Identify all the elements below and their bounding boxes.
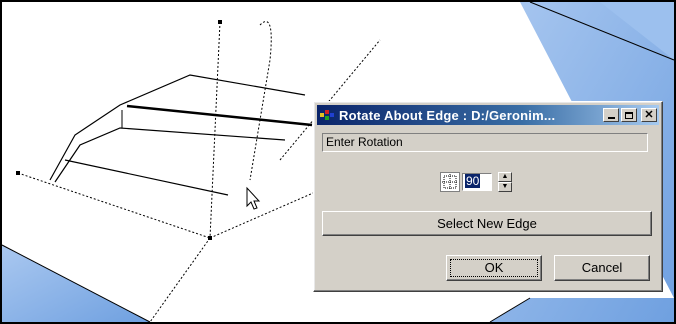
maximize-icon <box>625 111 633 119</box>
vertical-axis-line <box>209 21 221 239</box>
prompt-label: Enter Rotation <box>322 133 648 152</box>
wireframe-edge-lower <box>64 159 229 196</box>
axis-endpoint-left <box>16 171 20 175</box>
rotate-about-edge-dialog: Rotate About Edge : D:/Geronim... ✕ Ente… <box>313 101 663 292</box>
select-new-edge-button[interactable]: Select New Edge <box>322 211 652 236</box>
selected-edge <box>126 104 313 127</box>
app-icon <box>320 110 334 120</box>
spin-up-icon: ▲ <box>501 173 509 180</box>
rotation-axis-line <box>17 172 211 239</box>
pivot-icon[interactable] <box>440 172 460 192</box>
spin-down-icon: ▼ <box>501 183 509 190</box>
rotation-controls: 90 ▲ ▼ <box>440 172 512 192</box>
application-window: Rotate About Edge : D:/Geronim... ✕ Ente… <box>0 0 676 324</box>
minimize-icon <box>607 117 615 119</box>
axis-extension-line <box>149 237 211 323</box>
dialog-title: Rotate About Edge : D:/Geronim... <box>339 107 556 123</box>
close-icon: ✕ <box>644 109 654 121</box>
close-button[interactable]: ✕ <box>641 108 657 122</box>
rotation-value: 90 <box>465 174 481 188</box>
wireframe-inner <box>54 127 286 183</box>
spin-up-button[interactable]: ▲ <box>498 172 512 182</box>
focus-rect <box>450 259 538 277</box>
maximize-button[interactable] <box>621 108 637 122</box>
axis-endpoint-bottom <box>208 236 212 240</box>
pivot-glyph <box>442 174 458 190</box>
arrow-cursor-icon <box>246 186 261 210</box>
axis-endpoint-top <box>218 20 222 24</box>
rotation-input[interactable]: 90 <box>462 173 492 191</box>
spin-down-button[interactable]: ▼ <box>498 182 512 192</box>
rotation-arc <box>249 21 272 181</box>
dialog-titlebar[interactable]: Rotate About Edge : D:/Geronim... ✕ <box>317 105 659 125</box>
cancel-button[interactable]: Cancel <box>554 255 650 281</box>
ok-button[interactable]: OK <box>446 255 542 281</box>
minimize-button[interactable] <box>603 108 619 122</box>
rotation-spinner[interactable]: ▲ ▼ <box>498 172 512 192</box>
axis-line-right <box>209 189 321 239</box>
wireframe-outer <box>49 74 306 181</box>
